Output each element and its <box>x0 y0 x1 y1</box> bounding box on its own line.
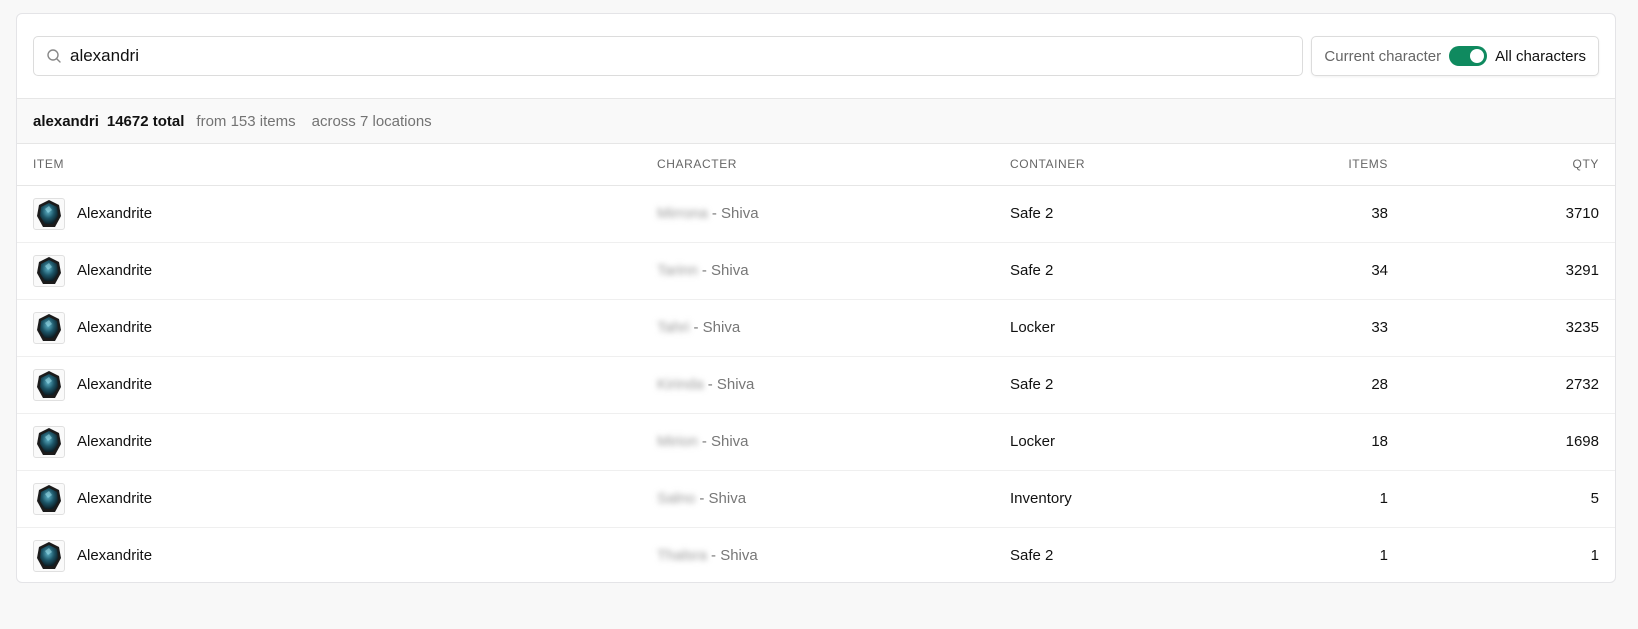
character-name-redacted: Thalsra <box>657 547 708 565</box>
alexandrite-gem-icon <box>33 482 65 515</box>
character-name-redacted: Salno <box>657 490 696 507</box>
cell-qty: 3710 <box>1404 185 1615 243</box>
cell-items: 1 <box>1379 547 1388 565</box>
cell-item: Alexandrite <box>17 242 641 300</box>
cell-items: 34 <box>1234 242 1404 300</box>
table-row[interactable]: Alexandrite Tahri - Shiva Locker 33 3235 <box>17 299 1615 357</box>
item-name: Alexandrite <box>77 547 153 565</box>
header-items[interactable]: ITEMS <box>1234 144 1404 186</box>
cell-character: Kirinda - Shiva <box>641 356 994 414</box>
item-name: Alexandrite <box>77 205 153 222</box>
inventory-search-card: Current character All characters alexand… <box>16 13 1616 583</box>
alexandrite-gem-icon <box>33 425 65 458</box>
table-row[interactable]: Alexandrite Mirion - Shiva Locker 18 1698 <box>17 413 1615 471</box>
cell-container: Safe 2 <box>1010 547 1054 565</box>
cell-item: Alexandrite <box>17 413 641 471</box>
character-server: - Shiva <box>701 433 749 450</box>
cell-items: 38 <box>1234 185 1404 243</box>
cell-item: Alexandrite <box>17 356 641 414</box>
cell-items: 18 <box>1234 413 1404 471</box>
toggle-knob <box>1470 49 1485 63</box>
search-toolbar: Current character All characters <box>17 14 1615 99</box>
cell-qty: 2732 <box>1404 356 1615 414</box>
cell-qty: 3235 <box>1404 299 1615 357</box>
character-server: - Shiva <box>711 205 759 222</box>
cell-container: Safe 2 <box>994 185 1234 243</box>
character-name-redacted: Mirrona <box>657 205 708 222</box>
table-row[interactable]: Alexandrite Thalsra - Shiva Safe 2 1 1 <box>17 527 1615 582</box>
table-header-row: ITEM CHARACTER CONTAINER ITEMS QTY <box>17 144 1615 186</box>
table-row[interactable]: Alexandrite Kirinda - Shiva Safe 2 28 2732 <box>17 356 1615 414</box>
results-summary: alexandri 14672 total from 153 items acr… <box>17 99 1615 144</box>
header-container[interactable]: CONTAINER <box>994 144 1234 186</box>
table-row[interactable]: Alexandrite Salno - Shiva Inventory 1 5 <box>17 470 1615 528</box>
results-table: ITEM CHARACTER CONTAINER ITEMS QTY Alexa… <box>17 144 1615 582</box>
character-server: - Shiva <box>701 262 749 279</box>
item-name: Alexandrite <box>77 433 153 450</box>
alexandrite-gem-icon <box>33 368 65 401</box>
scope-toggle-group: Current character All characters <box>1311 36 1599 76</box>
search-field[interactable] <box>33 36 1304 76</box>
cell-items: 28 <box>1234 356 1404 414</box>
cell-character: Mirrona - Shiva <box>641 185 994 243</box>
cell-container: Locker <box>994 413 1234 471</box>
table-row[interactable]: Alexandrite Mirrona - Shiva Safe 2 38 3710 <box>17 185 1615 243</box>
cell-character: Tahri - Shiva <box>641 299 994 357</box>
header-qty[interactable]: QTY <box>1404 144 1615 186</box>
cell-qty: 1 <box>1590 547 1599 565</box>
all-characters-label[interactable]: All characters <box>1495 48 1586 65</box>
cell-character: Salno - Shiva <box>641 470 994 528</box>
search-input[interactable] <box>70 46 1291 66</box>
cell-container: Locker <box>994 299 1234 357</box>
item-name: Alexandrite <box>77 319 153 336</box>
character-server: - Shiva <box>699 490 747 507</box>
alexandrite-gem-icon <box>33 197 65 230</box>
search-icon <box>47 49 61 63</box>
summary-total: 14672 total <box>106 112 185 130</box>
cell-item: Alexandrite <box>17 185 641 243</box>
cell-item: Alexandrite <box>17 527 641 582</box>
cell-item: Alexandrite <box>17 470 641 528</box>
alexandrite-gem-icon <box>33 311 65 344</box>
character-server: - Shiva <box>693 319 741 336</box>
character-server: - Shiva <box>711 547 758 565</box>
cell-container: Inventory <box>994 470 1234 528</box>
alexandrite-gem-icon <box>33 254 65 287</box>
header-character[interactable]: CHARACTER <box>641 144 994 186</box>
character-name-redacted: Tarinn <box>657 262 698 279</box>
table-row[interactable]: Alexandrite Tarinn - Shiva Safe 2 34 3291 <box>17 242 1615 300</box>
cell-character: Thalsra - Shiva <box>641 527 994 582</box>
cell-qty: 5 <box>1404 470 1615 528</box>
header-item[interactable]: ITEM <box>17 144 641 186</box>
scope-toggle-switch[interactable] <box>1449 46 1488 66</box>
cell-container: Safe 2 <box>994 242 1234 300</box>
item-name: Alexandrite <box>77 376 153 393</box>
summary-query: alexandri <box>33 112 99 130</box>
summary-across: across 7 locations <box>311 112 432 130</box>
character-name-redacted: Kirinda <box>657 376 704 393</box>
character-name-redacted: Mirion <box>657 433 698 450</box>
cell-item: Alexandrite <box>17 299 641 357</box>
character-name-redacted: Tahri <box>657 319 690 336</box>
cell-qty: 1698 <box>1404 413 1615 471</box>
item-name: Alexandrite <box>77 262 153 279</box>
cell-character: Mirion - Shiva <box>641 413 994 471</box>
character-server: - Shiva <box>707 376 755 393</box>
summary-from: from 153 items <box>196 112 296 130</box>
cell-qty: 3291 <box>1404 242 1615 300</box>
cell-items: 33 <box>1234 299 1404 357</box>
alexandrite-gem-icon <box>33 539 65 572</box>
item-name: Alexandrite <box>77 490 153 507</box>
cell-character: Tarinn - Shiva <box>641 242 994 300</box>
cell-container: Safe 2 <box>994 356 1234 414</box>
cell-items: 1 <box>1234 470 1404 528</box>
current-character-label[interactable]: Current character <box>1324 48 1441 65</box>
